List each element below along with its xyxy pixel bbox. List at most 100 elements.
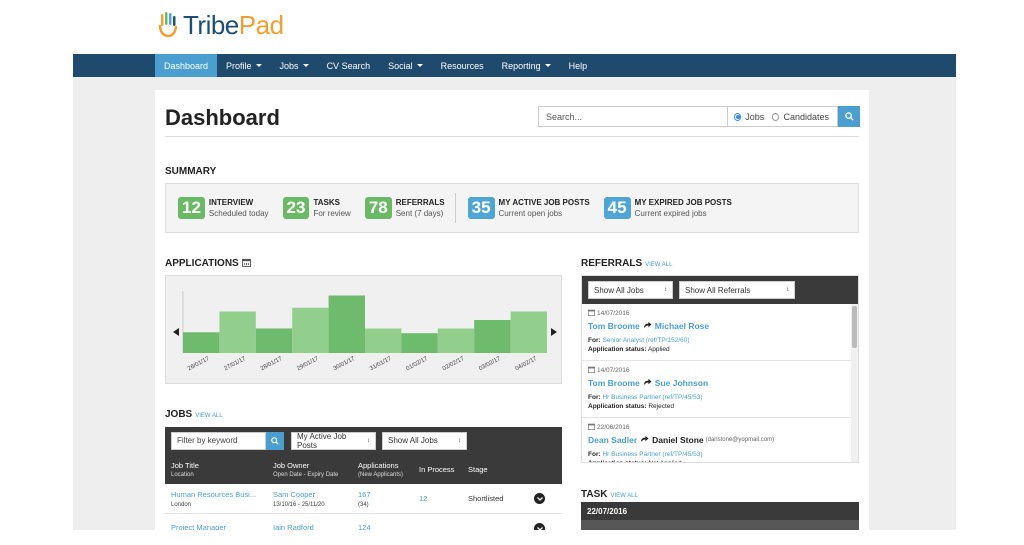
radio-candidates-label[interactable]: Candidates <box>783 112 829 122</box>
referrals-scroll-thumb[interactable] <box>852 306 857 348</box>
search-input[interactable] <box>538 106 728 127</box>
chart-next-arrow-icon[interactable] <box>551 328 557 336</box>
nav-item-reporting[interactable]: Reporting <box>493 54 560 77</box>
summary-stat-my-expired-job-posts[interactable]: 45 MY EXPIRED JOB POSTS Current expired jo… <box>603 197 732 219</box>
chart-x-tick-label: 27/01/17 <box>223 356 247 373</box>
referral-job-link[interactable]: Hr Business Partner (ref/TP/45/53) <box>602 394 702 401</box>
col-job-title-label: Job Title <box>171 460 199 470</box>
chart-bar-28/01/17[interactable] <box>255 328 293 353</box>
chart-prev-arrow-icon[interactable] <box>173 328 179 336</box>
chart-bar-26/01/17[interactable] <box>183 332 220 353</box>
stat-count-badge: 45 <box>603 197 631 219</box>
referrals-title-text: REFERRALS <box>581 258 643 269</box>
chart-bar-30/01/17[interactable] <box>328 295 365 353</box>
job-owner-link[interactable]: Sam Cooper <box>273 490 352 499</box>
chart-bar-27/01/17[interactable] <box>219 311 256 353</box>
job-posts-select[interactable]: My Active Job Posts ↕ <box>291 431 376 450</box>
col-job-title[interactable]: Job Title Location <box>165 454 267 484</box>
chart-bar-03/02/17[interactable] <box>474 320 511 353</box>
col-job-owner[interactable]: Job Owner Open Date - Expiry Date <box>267 454 352 484</box>
tribepad-logo[interactable]: TribePad <box>158 10 284 40</box>
jobs-view-all-link[interactable]: VIEW ALL <box>195 413 222 419</box>
brand-name-part2: Pad <box>238 9 284 40</box>
cell-job-owner: Sam Cooper 13/10/16 - 25/11/20 <box>267 490 352 508</box>
job-title-link[interactable]: Human Resources Busi... <box>171 490 267 499</box>
nav-item-social[interactable]: Social <box>379 54 432 77</box>
stat-text: MY EXPIRED JOB POSTS Current expired jobs <box>635 197 732 219</box>
summary-stat-interview[interactable]: 12 INTERVIEW Scheduled today <box>178 197 269 219</box>
nav-item-help[interactable]: Help <box>560 54 597 77</box>
brand-name-part1: Tribe <box>183 9 239 40</box>
stat-label: INTERVIEW <box>208 198 254 207</box>
col-job-owner-label: Job Owner <box>273 460 310 470</box>
referral-item[interactable]: 14/07/2016 Tom Broome Sue Johnson For: Hr B… <box>582 361 858 418</box>
stat-sublabel: Current open jobs <box>498 209 563 218</box>
referral-jobs-select[interactable]: Show All Jobs ↕ <box>588 281 673 299</box>
chart-bar-02/02/17[interactable] <box>437 328 475 353</box>
referral-item[interactable]: 22/06/2016 Dean Sadler Daniel Stone (dansto… <box>582 418 858 462</box>
referral-job-link[interactable]: Senior Analyst (ref/TP/152/60) <box>602 337 689 344</box>
nav-item-dashboard[interactable]: Dashboard <box>155 54 218 77</box>
applications-title-text: APPLICATIONS <box>165 258 239 269</box>
summary-stat-my-active-job-posts[interactable]: 35 MY ACTIVE JOB POSTS Current open jobs <box>467 197 590 219</box>
task-view-all-link[interactable]: VIEW ALL <box>610 493 637 499</box>
task-title: TASK VIEW ALL <box>581 489 638 500</box>
referral-status: Application status: Rejected <box>588 403 852 410</box>
table-row[interactable]: Project Manager Iain Radford 124 <box>165 514 562 530</box>
chart-bar-01/02/17[interactable] <box>401 333 438 353</box>
referrals-scrollbar[interactable] <box>851 304 858 462</box>
referrer-link[interactable]: Tom Broome <box>588 321 640 331</box>
col-in-process[interactable]: In Process <box>413 454 462 484</box>
nav-item-resources[interactable]: Resources <box>432 54 493 77</box>
chart-bar-29/01/17[interactable] <box>292 307 329 353</box>
select-arrows-icon: ↕ <box>786 287 789 293</box>
referral-date: 14/07/2016 <box>588 366 852 375</box>
col-applications[interactable]: Applications (New Applicants) <box>352 454 413 484</box>
referral-date-text: 14/07/2016 <box>597 367 630 374</box>
referee-link[interactable]: Daniel Stone <box>652 435 703 445</box>
referrer-link[interactable]: Tom Broome <box>588 378 640 388</box>
applications-title: APPLICATIONS <box>165 258 251 269</box>
radio-jobs[interactable] <box>734 112 742 121</box>
stat-sublabel: For review <box>313 209 351 218</box>
jobs-filter-button[interactable] <box>266 431 284 450</box>
applications-count-link[interactable]: 124 <box>358 523 413 531</box>
job-title-link[interactable]: Project Manager <box>171 523 267 531</box>
job-owner-link[interactable]: Iain Radford <box>273 523 352 531</box>
summary-box: 12 INTERVIEW Scheduled today 23 TASKS For rev… <box>165 183 859 233</box>
referral-item[interactable]: 14/07/2016 Tom Broome Michael Rose For: Sen… <box>582 304 858 361</box>
nav-item-label: Help <box>568 60 588 71</box>
col-stage[interactable]: Stage <box>462 454 522 484</box>
expand-row-chevron-icon[interactable] <box>534 493 545 504</box>
jobs-filter-select[interactable]: Show All Jobs ↕ <box>382 431 467 450</box>
referral-job: For: Hr Business Partner (ref/TP/45/53) <box>588 394 852 401</box>
nav-item-profile[interactable]: Profile <box>217 54 271 77</box>
radio-jobs-label[interactable]: Jobs <box>745 112 764 122</box>
brand-name: TribePad <box>183 10 284 41</box>
search-button[interactable] <box>838 106 860 127</box>
referral-for-label: For: <box>588 337 601 344</box>
radio-candidates[interactable] <box>772 112 780 121</box>
referrer-link[interactable]: Dean Sadler <box>588 435 637 445</box>
table-row[interactable]: Human Resources Busi... London Sam Cooper 1… <box>165 484 562 514</box>
nav-item-label: Jobs <box>279 60 299 71</box>
summary-stat-tasks[interactable]: 23 TASKS For review <box>282 197 351 219</box>
calendar-icon[interactable] <box>241 258 251 267</box>
job-location: London <box>171 501 192 508</box>
referee-link[interactable]: Michael Rose <box>655 321 709 331</box>
referrals-view-all-link[interactable]: VIEW ALL <box>645 262 672 268</box>
jobs-rows: Human Resources Busi... London Sam Cooper 1… <box>165 484 562 530</box>
summary-stat-referrals[interactable]: 78 REFERRALS Sent (7 days) <box>364 197 445 219</box>
nav-item-cv-search[interactable]: CV Search <box>318 54 380 77</box>
referral-status-value: Rejected <box>648 403 674 410</box>
applications-count-link[interactable]: 167 <box>358 490 413 499</box>
expand-row-chevron-icon[interactable] <box>534 523 545 530</box>
referee-link[interactable]: Sue Johnson <box>655 378 708 388</box>
nav-item-jobs[interactable]: Jobs <box>271 54 318 77</box>
referral-job-link[interactable]: Hr Business Partner (ref/TP/45/53) <box>602 451 702 458</box>
referral-type-select[interactable]: Show All Referrals ↕ <box>679 281 795 299</box>
in-process-count-link[interactable]: 12 <box>419 494 462 503</box>
chart-bar-04/02/17[interactable] <box>510 311 547 353</box>
jobs-filter-input[interactable] <box>171 431 266 450</box>
chart-bar-31/01/17[interactable] <box>365 328 402 353</box>
